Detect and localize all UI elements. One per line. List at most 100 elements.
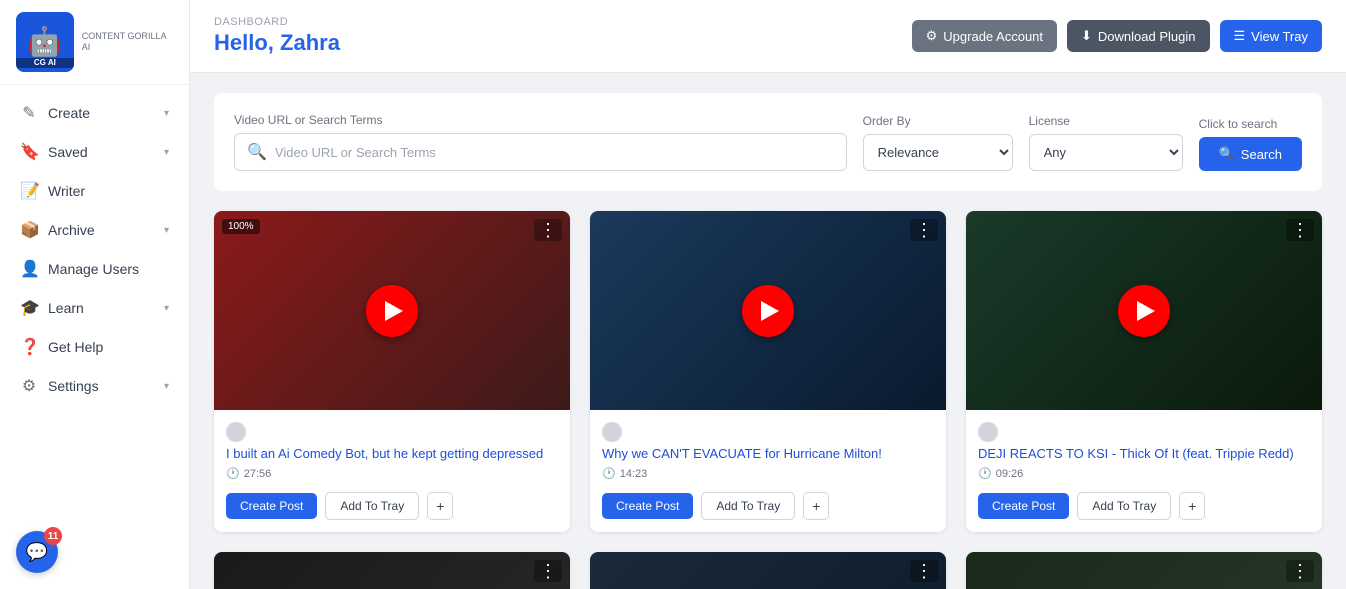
search-input[interactable]	[275, 145, 834, 160]
play-circle	[366, 285, 418, 337]
search-panel: Video URL or Search Terms 🔍 Order By Rel…	[214, 93, 1322, 191]
download-plugin-button[interactable]: ⬇ Download Plugin	[1067, 20, 1209, 52]
upgrade-account-button[interactable]: ⚙ Upgrade Account	[912, 20, 1057, 52]
sidebar-item-saved[interactable]: 🔖 Saved ▾	[4, 133, 185, 171]
sidebar-label-writer: Writer	[48, 183, 169, 199]
logo-subtitle: CONTENT GORILLA AI	[82, 31, 173, 53]
video-title: I built an Ai Comedy Bot, but he kept ge…	[226, 446, 558, 463]
view-tray-button[interactable]: ☰ View Tray	[1220, 20, 1323, 52]
sidebar-item-learn[interactable]: 🎓 Learn ▾	[4, 289, 185, 327]
video-menu-button[interactable]: ⋮	[1286, 219, 1314, 241]
license-select[interactable]: Any Creative Commons YouTube	[1029, 134, 1183, 171]
video-channel	[602, 422, 934, 442]
video-menu-button[interactable]: ⋮	[910, 219, 938, 241]
video-thumbnail[interactable]: ⋮	[966, 552, 1322, 589]
add-to-tray-button[interactable]: Add To Tray	[1077, 492, 1171, 520]
search-input-wrap: 🔍	[234, 133, 847, 171]
sidebar-item-get-help[interactable]: ❓ Get Help	[4, 328, 185, 366]
order-by-field: Order By Relevance Date Rating ViewCount	[863, 114, 1013, 171]
add-to-tray-button[interactable]: Add To Tray	[325, 492, 419, 520]
header: DASHBOARD Hello, Zahra ⚙ Upgrade Account…	[190, 0, 1346, 73]
order-by-label: Order By	[863, 114, 1013, 128]
video-info: I built an Ai Comedy Bot, but he kept ge…	[214, 410, 570, 492]
clock-icon: 🕐	[226, 467, 240, 480]
sidebar-label-archive: Archive	[48, 222, 154, 238]
chat-badge: 11	[44, 527, 62, 545]
video-menu-button[interactable]: ⋮	[910, 560, 938, 582]
video-info: Why we CAN'T EVACUATE for Hurricane Milt…	[590, 410, 946, 492]
chevron-down-icon: ▾	[164, 108, 169, 119]
license-field: License Any Creative Commons YouTube	[1029, 114, 1183, 171]
play-button[interactable]	[214, 211, 570, 410]
sidebar-item-writer[interactable]: 📝 Writer	[4, 172, 185, 210]
video-card: ⋮ Southwest Florida Weather Forecast 🕐 5…	[966, 552, 1322, 589]
sidebar-logo[interactable]: 🤖 CG AI CONTENT GORILLA AI	[0, 0, 189, 85]
play-triangle	[761, 301, 779, 321]
add-to-tray-button[interactable]: Add To Tray	[701, 492, 795, 520]
header-actions: ⚙ Upgrade Account ⬇ Download Plugin ☰ Vi…	[912, 20, 1322, 52]
header-left: DASHBOARD Hello, Zahra	[214, 16, 340, 56]
video-thumbnail[interactable]: ⋮	[590, 211, 946, 410]
chevron-down-icon: ▾	[164, 147, 169, 158]
download-label: Download Plugin	[1098, 29, 1196, 44]
play-button[interactable]	[590, 211, 946, 410]
play-button[interactable]	[966, 552, 1322, 589]
play-button[interactable]	[590, 552, 946, 589]
writer-icon: 📝	[20, 181, 38, 201]
sidebar-item-settings[interactable]: ⚙ Settings ▾	[4, 367, 185, 405]
download-icon: ⬇	[1081, 28, 1092, 44]
create-post-button[interactable]: Create Post	[602, 493, 693, 519]
channel-avatar	[978, 422, 998, 442]
create-post-button[interactable]: Create Post	[978, 493, 1069, 519]
video-actions: Create Post Add To Tray +	[966, 492, 1322, 532]
chat-icon: 💬	[26, 542, 48, 563]
sidebar-label-learn: Learn	[48, 300, 154, 316]
video-thumbnail[interactable]: 100% ⋮	[214, 211, 570, 410]
create-icon: ✎	[20, 103, 38, 123]
sidebar-navigation: ✎ Create ▾ 🔖 Saved ▾ 📝 Writer 📦 Archive …	[0, 85, 189, 589]
upgrade-label: Upgrade Account	[943, 29, 1043, 44]
plus-button[interactable]: +	[803, 492, 829, 520]
search-button-wrap: Click to search 🔍 Search	[1199, 117, 1302, 171]
duration-value: 09:26	[996, 468, 1024, 480]
archive-icon: 📦	[20, 220, 38, 240]
search-btn-label: Search	[1241, 147, 1282, 162]
video-grid: 100% ⋮ I built an Ai Comedy Bot, but he …	[214, 211, 1322, 589]
learn-icon: 🎓	[20, 298, 38, 318]
video-actions: Create Post Add To Tray +	[214, 492, 570, 532]
upgrade-icon: ⚙	[926, 28, 938, 44]
search-btn-icon: 🔍	[1219, 146, 1235, 162]
breadcrumb: DASHBOARD	[214, 16, 340, 28]
play-circle	[742, 285, 794, 337]
plus-button[interactable]: +	[427, 492, 453, 520]
search-button[interactable]: 🔍 Search	[1199, 137, 1302, 171]
chat-bubble[interactable]: 💬 11	[16, 531, 58, 573]
video-title: Why we CAN'T EVACUATE for Hurricane Milt…	[602, 446, 934, 463]
saved-icon: 🔖	[20, 142, 38, 162]
play-button[interactable]	[966, 211, 1322, 410]
plus-button[interactable]: +	[1179, 492, 1205, 520]
video-menu-button[interactable]: ⋮	[534, 560, 562, 582]
video-card: ⋮ Why we CAN'T EVACUATE for Hurricane Mi…	[590, 211, 946, 532]
order-by-select[interactable]: Relevance Date Rating ViewCount	[863, 134, 1013, 171]
content-area: Video URL or Search Terms 🔍 Order By Rel…	[190, 73, 1346, 589]
manage-users-icon: 👤	[20, 259, 38, 279]
sidebar-item-archive[interactable]: 📦 Archive ▾	[4, 211, 185, 249]
search-label: Video URL or Search Terms	[234, 113, 847, 127]
sidebar-item-create[interactable]: ✎ Create ▾	[4, 94, 185, 132]
chevron-down-icon: ▾	[164, 225, 169, 236]
view-tray-label: View Tray	[1251, 29, 1308, 44]
play-button[interactable]	[214, 552, 570, 589]
create-post-button[interactable]: Create Post	[226, 493, 317, 519]
duration-value: 27:56	[244, 468, 272, 480]
video-channel	[978, 422, 1310, 442]
logo-text: CG AI	[16, 58, 74, 68]
video-menu-button[interactable]: ⋮	[534, 219, 562, 241]
video-thumbnail[interactable]: ⋮	[590, 552, 946, 589]
video-thumbnail[interactable]: ⋮	[214, 552, 570, 589]
sidebar-item-manage-users[interactable]: 👤 Manage Users	[4, 250, 185, 288]
video-menu-button[interactable]: ⋮	[1286, 560, 1314, 582]
video-title: DEJI REACTS TO KSI - Thick Of It (feat. …	[978, 446, 1310, 463]
video-thumbnail[interactable]: ⋮	[966, 211, 1322, 410]
sidebar-label-settings: Settings	[48, 378, 154, 394]
